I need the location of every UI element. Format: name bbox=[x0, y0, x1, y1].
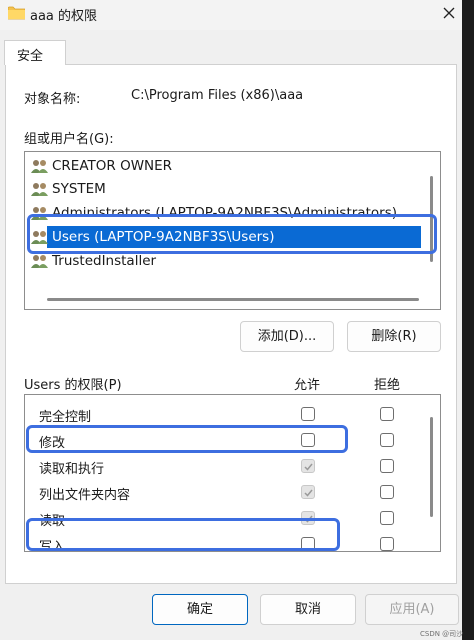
ok-button[interactable]: 确定 bbox=[152, 594, 248, 625]
list-item[interactable]: CREATOR OWNER bbox=[30, 155, 426, 177]
list-vertical-scrollbar[interactable] bbox=[430, 176, 433, 262]
permission-row: 列出文件夹内容 bbox=[25, 480, 425, 504]
users-icon bbox=[31, 255, 48, 268]
cancel-button[interactable]: 取消 bbox=[260, 594, 356, 625]
permission-row: 读取 bbox=[25, 506, 425, 530]
group-user-list[interactable]: CREATOR OWNER SYSTEM Administrators (LAP… bbox=[24, 151, 441, 310]
permissions-list: 完全控制 修改 读取和执行 列出文件夹内容 读取 写入 bbox=[24, 394, 441, 552]
permission-name: 列出文件夹内容 bbox=[39, 488, 131, 503]
deny-checkbox[interactable] bbox=[380, 459, 394, 473]
list-item-selected[interactable]: Users (LAPTOP-9A2NBF3S\Users) bbox=[31, 226, 421, 248]
object-name-value: C:\Program Files (x86)\aaa bbox=[131, 88, 304, 103]
permission-name: 读取和执行 bbox=[39, 462, 105, 477]
list-item-label: CREATOR OWNER bbox=[52, 158, 173, 174]
list-item[interactable]: SYSTEM bbox=[30, 178, 426, 200]
allow-header: 允许 bbox=[294, 378, 321, 393]
permission-name: 读取 bbox=[39, 514, 66, 529]
add-button[interactable]: 添加(D)... bbox=[240, 321, 334, 352]
deny-checkbox[interactable] bbox=[380, 537, 394, 551]
deny-checkbox[interactable] bbox=[380, 485, 394, 499]
apply-button[interactable]: 应用(A) bbox=[365, 594, 459, 625]
window-title: aaa 的权限 bbox=[30, 9, 98, 24]
list-item-label: TrustedInstaller bbox=[52, 253, 157, 269]
title-bar: aaa 的权限 bbox=[0, 0, 474, 30]
permissions-vertical-scrollbar[interactable] bbox=[430, 417, 433, 517]
folder-icon bbox=[8, 6, 25, 20]
deny-checkbox[interactable] bbox=[380, 433, 394, 447]
object-name-label: 对象名称: bbox=[24, 92, 81, 107]
tab-security[interactable]: 安全 bbox=[4, 40, 66, 65]
groups-label: 组或用户名(G): bbox=[24, 132, 114, 147]
permission-row: 写入 bbox=[25, 532, 425, 552]
permission-row: 修改 bbox=[25, 428, 425, 452]
list-item-label: Administrators (LAPTOP-9A2NBF3S\Administ… bbox=[52, 205, 397, 221]
deny-checkbox[interactable] bbox=[380, 407, 394, 421]
check-icon bbox=[304, 515, 313, 523]
background-window-edge bbox=[462, 0, 474, 640]
list-item[interactable]: TrustedInstaller bbox=[30, 250, 426, 272]
users-icon bbox=[31, 183, 48, 196]
list-item[interactable]: Administrators (LAPTOP-9A2NBF3S\Administ… bbox=[30, 202, 426, 224]
allow-checkbox[interactable] bbox=[301, 433, 315, 447]
allow-checkbox-checked bbox=[301, 459, 315, 473]
tab-security-label: 安全 bbox=[17, 49, 44, 64]
permission-name: 完全控制 bbox=[39, 410, 92, 425]
users-icon bbox=[31, 231, 48, 244]
list-item-label: Users (LAPTOP-9A2NBF3S\Users) bbox=[52, 229, 275, 245]
allow-checkbox[interactable] bbox=[301, 537, 315, 551]
deny-header: 拒绝 bbox=[374, 378, 401, 393]
allow-checkbox-checked bbox=[301, 511, 315, 525]
users-icon bbox=[31, 160, 48, 173]
check-icon bbox=[304, 489, 313, 497]
check-icon bbox=[304, 463, 313, 471]
permission-row: 读取和执行 bbox=[25, 454, 425, 478]
permission-row: 完全控制 bbox=[25, 402, 425, 426]
deny-checkbox[interactable] bbox=[380, 511, 394, 525]
users-icon bbox=[31, 207, 48, 220]
permission-name: 写入 bbox=[39, 540, 66, 552]
list-item-label: SYSTEM bbox=[52, 181, 106, 197]
watermark: CSDN @司沙 bbox=[420, 630, 464, 638]
allow-checkbox-checked bbox=[301, 485, 315, 499]
permission-name: 修改 bbox=[39, 436, 66, 451]
permissions-label: Users 的权限(P) bbox=[24, 378, 122, 393]
list-horizontal-scrollbar[interactable] bbox=[47, 298, 419, 301]
allow-checkbox[interactable] bbox=[301, 407, 315, 421]
remove-button[interactable]: 删除(R) bbox=[347, 321, 441, 352]
close-icon[interactable] bbox=[438, 2, 460, 24]
